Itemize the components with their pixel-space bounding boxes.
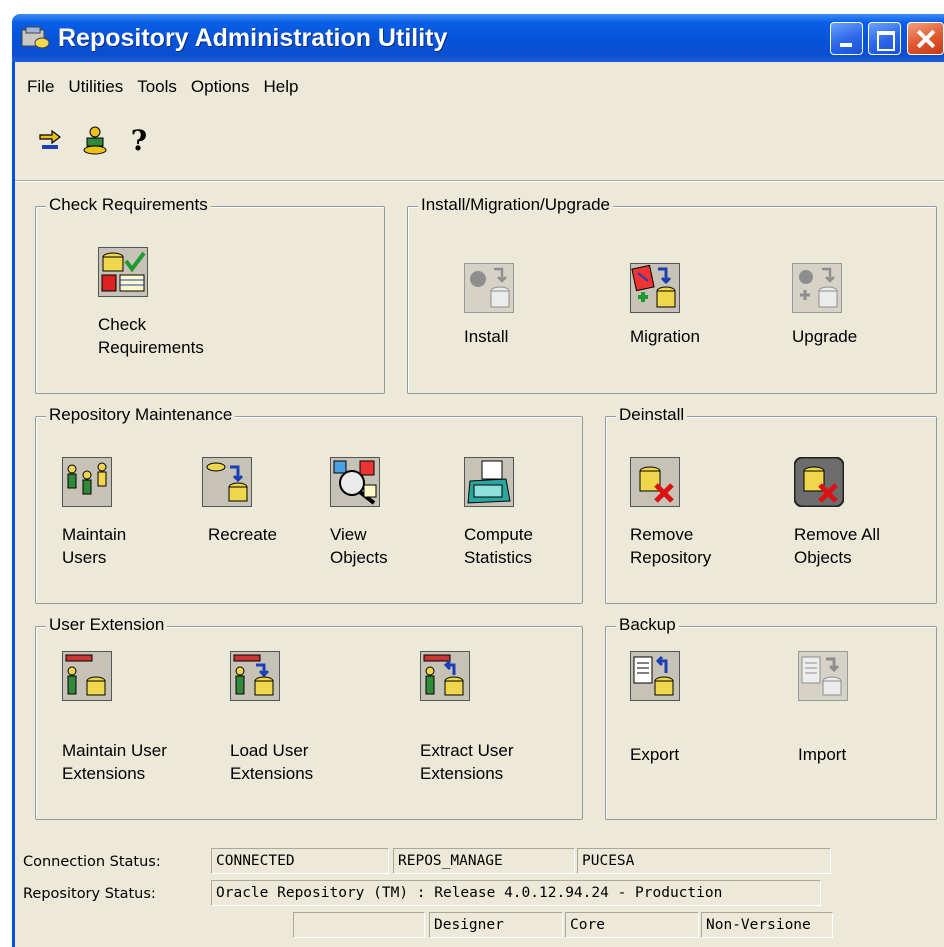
connection-status-field: CONNECTED bbox=[211, 848, 389, 874]
export-button[interactable]: Export bbox=[630, 651, 730, 811]
connection-user-field: REPOS_MANAGE bbox=[393, 848, 575, 874]
window-title: Repository Administration Utility bbox=[58, 23, 448, 52]
upgrade-button[interactable]: Upgrade bbox=[792, 263, 882, 373]
export-label: Export bbox=[630, 745, 680, 764]
upgrade-icon bbox=[792, 263, 842, 313]
group-title: Install/Migration/Upgrade bbox=[418, 195, 613, 215]
remove-all-objects-label: Remove All Objects bbox=[794, 525, 880, 567]
group-repository-maintenance: Repository Maintenance Maintain Users Re… bbox=[35, 405, 583, 604]
load-user-extensions-icon bbox=[230, 651, 280, 701]
load-user-extensions-button[interactable]: Load User Extensions bbox=[230, 651, 360, 811]
compute-statistics-button[interactable]: Compute Statistics bbox=[464, 457, 574, 597]
group-title: Repository Maintenance bbox=[46, 405, 236, 425]
import-icon bbox=[798, 651, 848, 701]
group-backup: Backup Export Import bbox=[605, 615, 937, 820]
menu-help[interactable]: Help bbox=[256, 77, 305, 97]
import-button[interactable]: Import bbox=[798, 651, 898, 811]
remove-repository-label: Remove Repository bbox=[630, 525, 712, 567]
migration-label: Migration bbox=[630, 327, 700, 346]
install-icon bbox=[464, 263, 514, 313]
extract-user-extensions-label: Extract User Extensions bbox=[420, 741, 514, 783]
install-button[interactable]: Install bbox=[464, 263, 544, 373]
import-label: Import bbox=[798, 745, 847, 764]
group-title: Check Requirements bbox=[46, 195, 211, 215]
upgrade-label: Upgrade bbox=[792, 327, 858, 346]
extract-user-extensions-icon bbox=[420, 651, 470, 701]
app-icon bbox=[21, 26, 50, 49]
maintain-users-label: Maintain Users bbox=[62, 525, 127, 567]
view-objects-icon bbox=[330, 457, 380, 507]
status-field-designer: Designer bbox=[429, 912, 563, 938]
add-user-icon[interactable] bbox=[77, 122, 113, 158]
connection-status-label: Connection Status: bbox=[23, 854, 161, 870]
connection-db-field: PUCESA bbox=[577, 848, 831, 874]
status-field-versioning: Non-Versione bbox=[701, 912, 833, 938]
group-title: User Extension bbox=[46, 615, 168, 635]
export-icon bbox=[630, 651, 680, 701]
menu-bar: File Utilities Tools Options Help bbox=[15, 62, 944, 112]
toolbar: ? bbox=[15, 112, 944, 168]
remove-repository-icon bbox=[630, 457, 680, 507]
minimize-button[interactable] bbox=[830, 22, 863, 55]
group-user-extension: User Extension Maintain User Extensions bbox=[35, 615, 583, 820]
maintain-user-extensions-icon bbox=[62, 651, 112, 701]
title-bar[interactable]: Repository Administration Utility bbox=[12, 14, 944, 62]
recreate-icon bbox=[202, 457, 252, 507]
remove-all-objects-icon bbox=[794, 457, 844, 507]
check-requirements-button[interactable]: Check Requirements bbox=[98, 247, 248, 387]
menu-tools[interactable]: Tools bbox=[130, 77, 184, 97]
menu-utilities[interactable]: Utilities bbox=[61, 77, 130, 97]
maintain-users-button[interactable]: Maintain Users bbox=[62, 457, 162, 597]
maintain-users-icon bbox=[62, 457, 112, 507]
remove-repository-button[interactable]: Remove Repository bbox=[630, 457, 750, 597]
install-label: Install bbox=[464, 327, 509, 346]
group-title: Deinstall bbox=[616, 405, 688, 425]
view-objects-button[interactable]: View Objects bbox=[330, 457, 430, 597]
maintain-user-extensions-button[interactable]: Maintain User Extensions bbox=[62, 651, 202, 811]
maximize-button[interactable] bbox=[868, 22, 901, 55]
group-title: Backup bbox=[616, 615, 679, 635]
group-check-requirements: Check Requirements Check Requirements bbox=[35, 195, 385, 394]
check-requirements-label: Check Requirements bbox=[98, 315, 204, 357]
repository-status-label: Repository Status: bbox=[23, 886, 156, 902]
compute-statistics-label: Compute Statistics bbox=[464, 525, 533, 567]
maintain-user-extensions-label: Maintain User Extensions bbox=[62, 741, 167, 783]
recreate-label: Recreate bbox=[208, 525, 277, 544]
separator bbox=[15, 180, 944, 182]
connect-icon[interactable] bbox=[33, 122, 69, 158]
group-deinstall: Deinstall Remove Repository Remove All O… bbox=[605, 405, 937, 604]
close-button[interactable] bbox=[907, 22, 944, 55]
migration-button[interactable]: Migration bbox=[630, 263, 730, 373]
migration-icon bbox=[630, 263, 680, 313]
view-objects-label: View Objects bbox=[330, 525, 388, 567]
extract-user-extensions-button[interactable]: Extract User Extensions bbox=[420, 651, 550, 811]
status-field-core: Core bbox=[565, 912, 699, 938]
check-requirements-icon bbox=[98, 247, 148, 297]
repository-status-field: Oracle Repository (TM) : Release 4.0.12.… bbox=[211, 880, 821, 906]
menu-file[interactable]: File bbox=[15, 77, 61, 97]
recreate-button[interactable]: Recreate bbox=[202, 457, 302, 597]
status-field-blank bbox=[293, 912, 425, 938]
remove-all-objects-button[interactable]: Remove All Objects bbox=[794, 457, 914, 597]
group-install-migration-upgrade: Install/Migration/Upgrade Install Migrat… bbox=[407, 195, 937, 394]
load-user-extensions-label: Load User Extensions bbox=[230, 741, 314, 783]
help-icon[interactable]: ? bbox=[121, 122, 157, 158]
compute-statistics-icon bbox=[464, 457, 514, 507]
main-window: File Utilities Tools Options Help ? Chec… bbox=[12, 62, 944, 947]
menu-options[interactable]: Options bbox=[184, 77, 257, 97]
